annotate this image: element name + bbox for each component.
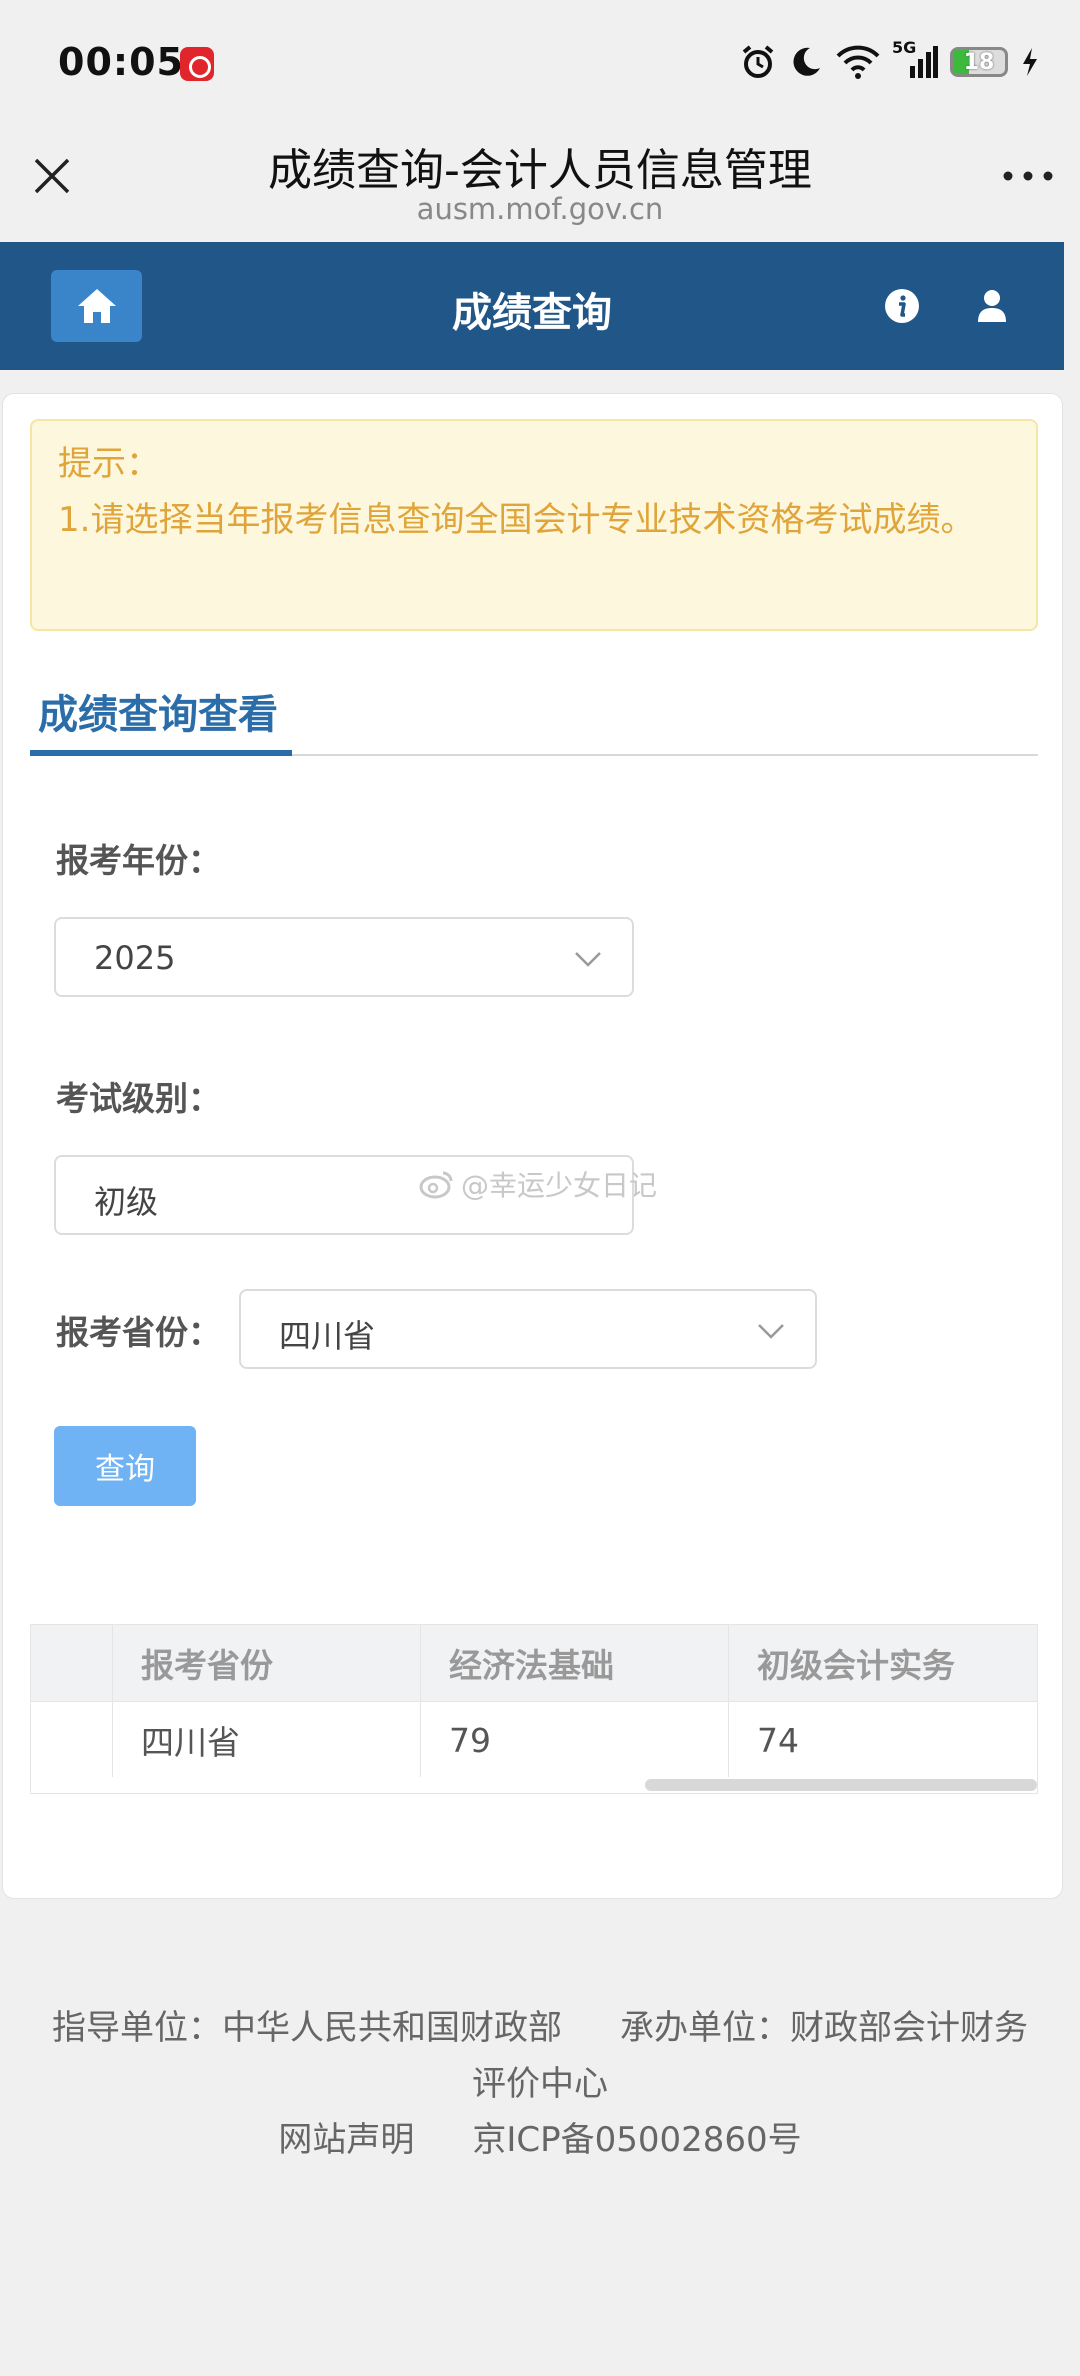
table-cell: 四川省 (113, 1702, 421, 1778)
browser-url: ausm.mof.gov.cn (416, 192, 664, 226)
site-statement-link[interactable]: 网站声明 (278, 2120, 414, 2160)
table-scrollbar-thumb[interactable] (645, 1779, 1037, 1791)
app-notification-icon (180, 47, 214, 81)
icp-link[interactable]: 京ICP备05002860号 (472, 2120, 801, 2160)
alarm-icon (742, 45, 774, 78)
guide-unit: 指导单位：中华人民共和国财政部 (52, 2008, 562, 2048)
battery-icon: 18 (950, 47, 1008, 77)
table-cell (31, 1702, 113, 1778)
footer-links: 网站声明 京ICP备05002860号 (0, 2112, 1080, 2168)
wifi-icon (836, 45, 880, 79)
footer: 指导单位：中华人民共和国财政部 承办单位：财政部会计财务 评价中心 网站声明 京IC… (0, 2000, 1080, 2168)
query-card: 提示： 1.请选择当年报考信息查询全国会计专业技术资格考试成绩。 成绩查询查看 … (2, 393, 1063, 1899)
info-icon (885, 289, 919, 323)
tab-score-view[interactable]: 成绩查询查看 (30, 674, 292, 756)
battery-level: 18 (963, 49, 995, 75)
notice-body: 1.请选择当年报考信息查询全国会计专业技术资格考试成绩。 (58, 500, 975, 540)
footer-units: 指导单位：中华人民共和国财政部 承办单位：财政部会计财务 (0, 2000, 1080, 2056)
table-cell: 74 (757, 1720, 799, 1760)
browser-header: 成绩查询-会计人员信息管理 ausm.mof.gov.cn (0, 130, 1080, 242)
province-select-value: 四川省 (279, 1317, 376, 1355)
table-scrollbar[interactable] (31, 1777, 1037, 1793)
table-header-cell (31, 1625, 113, 1701)
level-label: 考试级别： (56, 1079, 221, 1118)
province-select[interactable]: 四川省 (239, 1289, 817, 1369)
level-select-value: 初级 (94, 1183, 159, 1221)
weibo-icon (419, 1171, 453, 1199)
year-select-value: 2025 (94, 939, 176, 977)
moon-icon (793, 47, 820, 76)
table-header: 报考省份 经济法基础 初级会计实务 (31, 1625, 1037, 1701)
browser-title: 成绩查询-会计人员信息管理 (268, 145, 812, 196)
table-cell: 79 (421, 1702, 729, 1778)
table-header-cell: 初级会计实务 (757, 1646, 955, 1685)
charging-icon (1023, 48, 1037, 76)
more-button[interactable] (996, 152, 1060, 200)
tab-bar: 成绩查询查看 (30, 674, 1038, 756)
score-table: 报考省份 经济法基础 初级会计实务 四川省 79 74 (30, 1624, 1038, 1794)
watermark-text: @幸运少女日记 (461, 1169, 658, 1202)
year-label: 报考年份： (56, 841, 221, 880)
host-unit-continued: 评价中心 (472, 2064, 608, 2104)
province-label: 报考省份： (56, 1313, 221, 1352)
app-bar: 成绩查询 (0, 242, 1064, 370)
cellular-signal-icon: 5G (892, 38, 938, 80)
info-button[interactable] (882, 286, 922, 326)
watermark: @幸运少女日记 (419, 1164, 657, 1204)
more-icon (1003, 171, 1053, 181)
host-unit: 承办单位：财政部会计财务 (620, 2008, 1028, 2048)
chevron-down-icon (758, 1324, 784, 1339)
notice-title: 提示： (58, 444, 160, 484)
notice-box: 提示： 1.请选择当年报考信息查询全国会计专业技术资格考试成绩。 (30, 419, 1038, 631)
user-icon (978, 290, 1006, 322)
user-button[interactable] (972, 286, 1012, 326)
table-row: 四川省 79 74 (31, 1701, 1037, 1778)
year-select[interactable]: 2025 (54, 917, 634, 997)
table-header-cell: 经济法基础 (421, 1625, 729, 1701)
chevron-down-icon (575, 952, 601, 967)
status-time: 00:05 (58, 40, 184, 84)
table-header-cell: 报考省份 (113, 1625, 421, 1701)
status-icons: 5G 18 (740, 38, 1040, 84)
query-button[interactable]: 查询 (54, 1426, 196, 1506)
status-bar: 00:05 5G 18 (0, 0, 1080, 130)
